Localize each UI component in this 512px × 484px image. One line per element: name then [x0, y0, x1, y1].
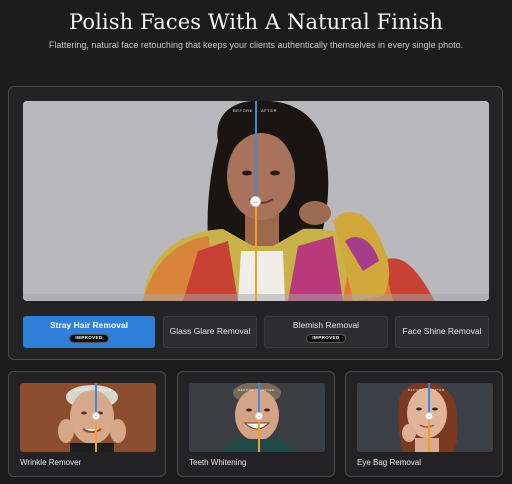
tab-label: Face Shine Removal: [402, 326, 482, 337]
before-after-slider[interactable]: BEFORE AFTER ↔: [23, 101, 489, 301]
drag-arrows-icon[interactable]: ↔: [255, 412, 263, 420]
before-after-thumbnail[interactable]: BEFORE AFTER ↔: [20, 383, 156, 452]
card-label: Eye Bag Removal: [357, 458, 422, 467]
tab-label: Stray Hair Removal: [50, 320, 128, 331]
split-divider-after: [258, 415, 260, 452]
improved-badge: IMPROVED: [306, 333, 346, 343]
before-after-thumbnail[interactable]: BEFORE AFTER ↔: [189, 383, 325, 452]
split-divider-before: [95, 383, 97, 415]
feature-showcase-panel: BEFORE AFTER ↔ Stray Hair Removal IMPROV…: [8, 86, 503, 360]
tab-blemish-removal[interactable]: Blemish Removal IMPROVED: [264, 316, 388, 348]
drag-arrows-icon[interactable]: ↔: [92, 412, 100, 420]
after-label: AFTER: [261, 108, 278, 113]
elderly-woman-photo: [20, 383, 156, 452]
before-label: BEFORE: [238, 388, 254, 392]
tab-label: Blemish Removal: [292, 320, 360, 331]
before-label: BEFORE: [233, 108, 254, 113]
split-divider-after: [255, 197, 257, 301]
split-divider-after: [95, 415, 97, 452]
card-label: Teeth Whitening: [189, 458, 247, 467]
page-title: Polish Faces With A Natural Finish: [68, 10, 444, 34]
before-label: BEFORE: [75, 388, 91, 392]
tab-stray-hair-removal[interactable]: Stray Hair Removal IMPROVED: [23, 316, 155, 348]
feature-tabs: Stray Hair Removal IMPROVED Glass Glare …: [23, 316, 489, 348]
tab-face-shine-removal[interactable]: Face Shine Removal: [395, 316, 489, 348]
split-divider-after: [428, 415, 430, 452]
before-after-thumbnail[interactable]: BEFORE AFTER ↔: [357, 383, 493, 452]
tab-label: Glass Glare Removal: [169, 326, 251, 337]
improved-badge: IMPROVED: [69, 333, 109, 343]
page-subtitle: Flattering, natural face retouching that…: [48, 40, 464, 50]
after-label: AFTER: [262, 388, 275, 392]
before-label: BEFORE: [408, 388, 424, 392]
split-divider-before: [258, 383, 260, 415]
feature-card-wrinkle-remover[interactable]: BEFORE AFTER ↔ Wrinkle Remover: [8, 371, 166, 477]
split-divider-before: [428, 383, 430, 415]
drag-arrows-icon[interactable]: ↔: [425, 412, 433, 420]
split-divider-before: [255, 101, 257, 197]
feature-card-teeth-whitening[interactable]: BEFORE AFTER ↔ Teeth Whitening: [177, 371, 335, 477]
drag-arrows-icon[interactable]: ↔: [250, 196, 261, 207]
after-label: AFTER: [432, 388, 445, 392]
tab-glass-glare-removal[interactable]: Glass Glare Removal: [163, 316, 257, 348]
card-label: Wrinkle Remover: [20, 458, 82, 467]
after-label: AFTER: [99, 388, 112, 392]
feature-card-eye-bag-removal[interactable]: BEFORE AFTER ↔ Eye Bag Removal: [345, 371, 503, 477]
